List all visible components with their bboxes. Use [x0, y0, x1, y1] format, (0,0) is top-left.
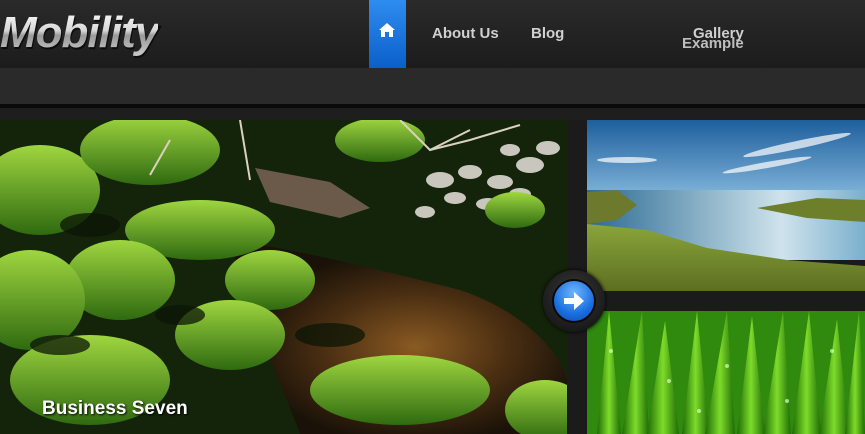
slider-next-button[interactable]	[543, 270, 605, 332]
house-icon[interactable]	[378, 22, 396, 38]
arrow-right-icon	[564, 292, 584, 310]
nav-link-about[interactable]: About Us	[432, 25, 499, 42]
thumbnail-coastline[interactable]	[587, 120, 865, 291]
slide-caption: Business Seven	[42, 398, 188, 419]
thumbnail-divider	[587, 291, 865, 311]
nav-link-example[interactable]: Example	[682, 35, 744, 52]
coastline-picture	[587, 120, 865, 291]
forest-stream-picture	[0, 120, 567, 434]
main-slide-image[interactable]	[0, 120, 567, 434]
slider-next-button-face	[552, 279, 596, 323]
thumbnail-grass[interactable]	[587, 311, 865, 434]
content-band	[0, 108, 865, 120]
nav-link-blog[interactable]: Blog	[531, 25, 564, 42]
grass-picture	[587, 311, 865, 434]
sub-navigation-bar	[0, 68, 865, 104]
site-logo[interactable]: Mobility	[0, 8, 159, 58]
